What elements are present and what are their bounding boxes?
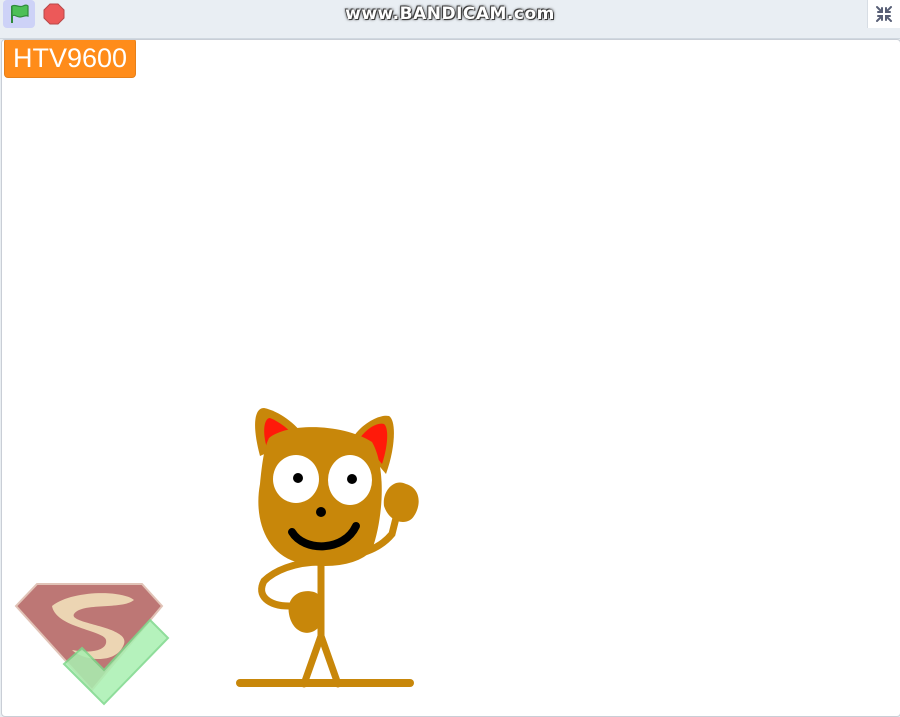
- variable-monitor: HTV9600: [4, 40, 137, 78]
- superman-logo-sprite[interactable]: [12, 578, 172, 713]
- fullscreen-button[interactable]: [867, 0, 900, 28]
- stage[interactable]: HTV9600: [1, 39, 900, 717]
- cat-sprite[interactable]: [234, 366, 434, 696]
- scratch-player: www.BANDICAM.com HTV9600: [0, 0, 900, 717]
- controls-bar: www.BANDICAM.com: [0, 0, 900, 39]
- bandicam-watermark: www.BANDICAM.com: [345, 4, 555, 24]
- fullscreen-icon: [876, 6, 892, 22]
